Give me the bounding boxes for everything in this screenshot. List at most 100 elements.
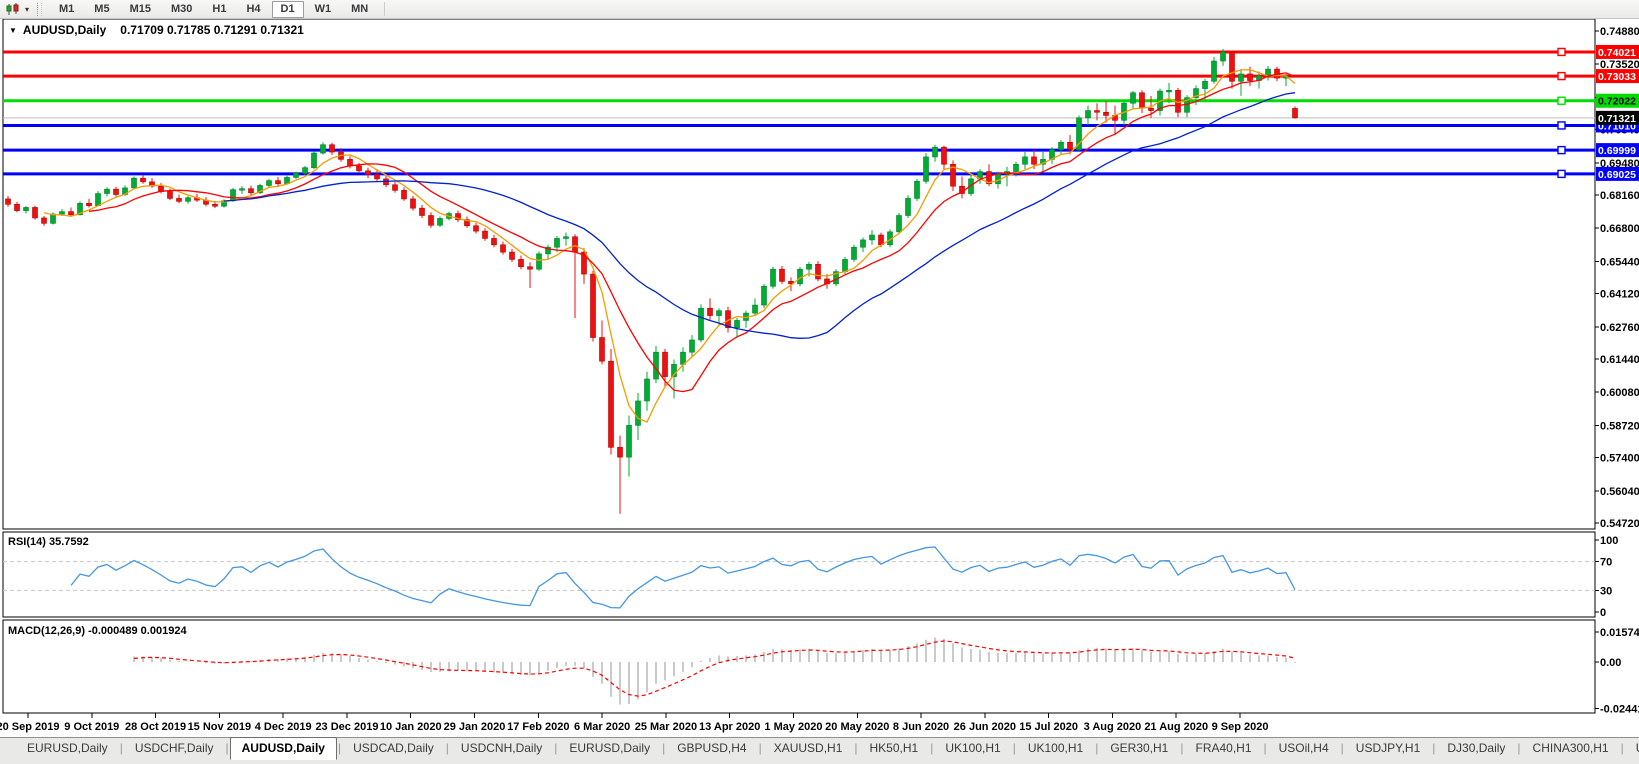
time-axis-label[interactable]: 1 May 2020 <box>764 721 822 733</box>
candle <box>374 170 380 182</box>
time-axis-label[interactable]: 23 Dec 2019 <box>315 721 378 733</box>
candle-body <box>779 268 785 282</box>
candle <box>464 216 470 228</box>
chart-canvas[interactable]: 0.748800.735200.721600.708400.694800.681… <box>0 0 1639 764</box>
time-axis-label[interactable]: 9 Sep 2020 <box>1212 721 1269 733</box>
candle-body <box>941 146 947 165</box>
candle <box>563 232 569 246</box>
candle-body <box>437 218 443 226</box>
candle <box>140 174 146 184</box>
level-handle[interactable] <box>1557 96 1566 105</box>
candle-body <box>473 225 479 232</box>
time-axis-label[interactable]: 13 Apr 2020 <box>699 721 760 733</box>
chart-tab-hk50-h1[interactable]: HK50,H1 <box>859 738 930 759</box>
candle-body <box>806 264 812 270</box>
timeframe-button-h4[interactable]: H4 <box>237 1 269 18</box>
chart-tab-xauusd-h1[interactable]: XAUUSD,H1 <box>763 738 854 759</box>
rsi-axis-label: 0 <box>1600 607 1606 619</box>
toolbar-grip[interactable] <box>37 2 42 16</box>
timeframe-button-w1[interactable]: W1 <box>306 1 341 18</box>
candle <box>644 371 650 411</box>
candle <box>1049 147 1055 165</box>
chart-title: ▼ AUDUSD,Daily 0.71709 0.71785 0.71291 0… <box>9 23 304 37</box>
chevron-down-icon[interactable]: ▾ <box>22 1 32 17</box>
candle-body <box>527 266 533 270</box>
time-axis-label[interactable]: 26 Jun 2020 <box>954 721 1016 733</box>
level-handle[interactable] <box>1557 121 1566 130</box>
candle <box>5 195 11 207</box>
candlestick-chart-icon[interactable] <box>4 1 22 17</box>
candle-body <box>851 246 857 260</box>
candle <box>923 153 929 184</box>
candle-body <box>896 215 902 233</box>
level-handle[interactable] <box>1557 145 1566 155</box>
candle-body <box>842 259 848 272</box>
timeframe-button-m15[interactable]: M15 <box>121 1 160 18</box>
chart-tab-usdcad-daily[interactable]: USDCAD,Daily <box>342 738 445 759</box>
candle <box>914 178 920 201</box>
chart-tab-eurusd-daily[interactable]: EURUSD,Daily <box>558 738 661 759</box>
time-axis-label[interactable]: 20 May 2020 <box>825 721 889 733</box>
candle <box>743 310 749 328</box>
time-axis-label[interactable]: 8 Jun 2020 <box>893 721 949 733</box>
time-axis-label[interactable]: 3 Aug 2020 <box>1084 721 1142 733</box>
time-axis-label[interactable]: 17 Feb 2020 <box>507 721 569 733</box>
chart-tab-eurusd-daily[interactable]: EURUSD,Daily <box>16 738 119 759</box>
candle <box>932 144 938 162</box>
time-axis-label[interactable]: 21 Aug 2020 <box>1144 721 1208 733</box>
price-axis-label: 0.64120 <box>1600 289 1639 301</box>
time-axis-label[interactable]: 9 Oct 2019 <box>64 721 119 733</box>
chart-tab-usdjpy-h1[interactable]: USDJPY,H1 <box>1345 738 1431 759</box>
candle-body <box>644 378 650 402</box>
candle-body <box>1139 92 1145 109</box>
candle-body <box>905 198 911 216</box>
chart-tab-fra40-h1[interactable]: FRA40,H1 <box>1184 738 1262 759</box>
macd-signal-line <box>133 640 1296 697</box>
chart-tab-dj30-daily[interactable]: DJ30,Daily <box>1436 738 1516 759</box>
level-price-badge-text: 0.72022 <box>1598 96 1636 108</box>
macd-pane[interactable] <box>2 619 1596 714</box>
chart-tab-bar: EURUSD,Daily | USDCHF,Daily | AUDUSD,Daily | U… <box>0 737 1639 764</box>
time-axis-label[interactable]: 20 Sep 2019 <box>0 721 60 733</box>
time-axis-label[interactable]: 4 Dec 2019 <box>255 721 312 733</box>
time-axis-label[interactable]: 6 Mar 2020 <box>574 721 630 733</box>
candle <box>239 186 245 195</box>
timeframe-buttons: M1 M5 M15 M30 H1 H4 D1 W1 MN <box>49 0 378 18</box>
candle-body <box>716 310 722 316</box>
chart-tab-uk100-h1[interactable]: UK100,H1 <box>1017 738 1094 759</box>
candle-body <box>1148 107 1154 111</box>
chart-tab-usoil-h4[interactable]: USOil,H4 <box>1268 738 1340 759</box>
chart-tab-usdcnh-daily[interactable]: USDCNH,Daily <box>450 738 553 759</box>
chart-tab-usdchf-daily[interactable]: USDCHF,Daily <box>124 738 225 759</box>
level-handle[interactable] <box>1557 47 1566 57</box>
timeframe-button-m5[interactable]: M5 <box>85 1 118 18</box>
timeframe-button-d1[interactable]: D1 <box>271 0 304 18</box>
chart-tab-usoil-h1[interactable]: USOil,H1 <box>1625 738 1639 759</box>
time-axis-label[interactable]: 25 Mar 2020 <box>635 721 697 733</box>
time-axis-label[interactable]: 15 Jul 2020 <box>1019 721 1078 733</box>
timeframe-button-mn[interactable]: MN <box>342 1 377 18</box>
chart-tab-audusd-daily[interactable]: AUDUSD,Daily <box>229 737 337 760</box>
timeframe-button-m30[interactable]: M30 <box>162 1 201 18</box>
time-axis-label[interactable]: 28 Oct 2019 <box>125 721 186 733</box>
chart-tab-ger30-h1[interactable]: GER30,H1 <box>1099 738 1179 759</box>
level-price-badge-text: 0.69999 <box>1598 145 1636 157</box>
level-handle[interactable] <box>1557 169 1566 179</box>
candle-body <box>167 191 173 199</box>
price-axis-label: 0.56040 <box>1600 486 1639 498</box>
rsi-pane[interactable] <box>2 531 1596 618</box>
candle <box>311 151 317 170</box>
chart-tab-china300-h1[interactable]: CHINA300,H1 <box>1522 738 1620 759</box>
timeframe-button-h1[interactable]: H1 <box>203 1 235 18</box>
time-axis-label[interactable]: 29 Jan 2020 <box>444 721 506 733</box>
chart-tab-uk100-h1[interactable]: UK100,H1 <box>934 738 1011 759</box>
timeframe-button-m1[interactable]: M1 <box>50 1 83 18</box>
candle-body <box>491 238 497 246</box>
triangle-down-icon[interactable]: ▼ <box>9 26 17 35</box>
candle-body <box>392 184 398 191</box>
level-handle[interactable] <box>1557 71 1566 81</box>
candle-body <box>635 400 641 426</box>
time-axis-label[interactable]: 15 Nov 2019 <box>188 721 252 733</box>
time-axis-label[interactable]: 10 Jan 2020 <box>380 721 442 733</box>
chart-tab-gbpusd-h4[interactable]: GBPUSD,H4 <box>666 738 757 759</box>
